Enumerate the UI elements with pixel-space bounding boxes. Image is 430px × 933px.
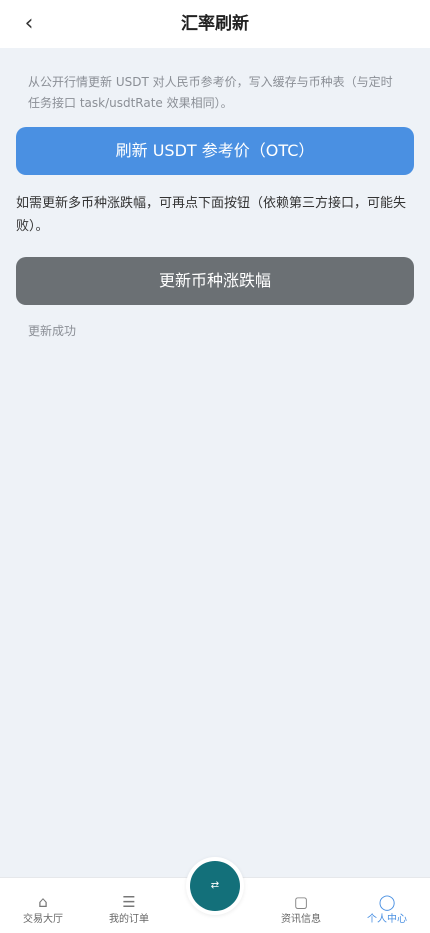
- tab-label: 资讯信息: [281, 914, 321, 925]
- tab-news[interactable]: ▢ 资讯信息: [270, 878, 332, 933]
- refresh-usdt-otc-button[interactable]: 刷新 USDT 参考价（OTC）: [16, 127, 414, 175]
- tab-label: 个人中心: [367, 914, 407, 925]
- info-text: 如需更新多币种涨跌幅，可再点下面按钮（依赖第三方接口，可能失败）。: [16, 196, 407, 234]
- user-icon: ◯: [378, 893, 396, 911]
- tab-my-orders[interactable]: ☰ 我的订单: [98, 878, 160, 933]
- status-message: 更新成功: [28, 324, 77, 338]
- center-exchange-button[interactable]: ⇄: [186, 857, 244, 915]
- top-nav-bar: ‹ 汇率刷新: [0, 0, 430, 48]
- tab-personal-center[interactable]: ◯ 个人中心: [356, 878, 418, 933]
- news-icon: ▢: [293, 893, 309, 911]
- exchange-icon: ⇄: [190, 861, 240, 911]
- update-change-button[interactable]: 更新币种涨跌幅: [16, 257, 414, 305]
- tab-label: 交易大厅: [23, 914, 63, 925]
- page-title: 汇率刷新: [181, 14, 249, 34]
- description-text: 从公开行情更新 USDT 对人民币参考价，写入缓存与币种表（与定时任务接口 ta…: [28, 75, 393, 110]
- home-icon: ⌂: [38, 893, 48, 911]
- list-icon: ☰: [122, 893, 136, 911]
- tab-trading-hall[interactable]: ⌂ 交易大厅: [12, 878, 74, 933]
- tab-label: 我的订单: [109, 914, 149, 925]
